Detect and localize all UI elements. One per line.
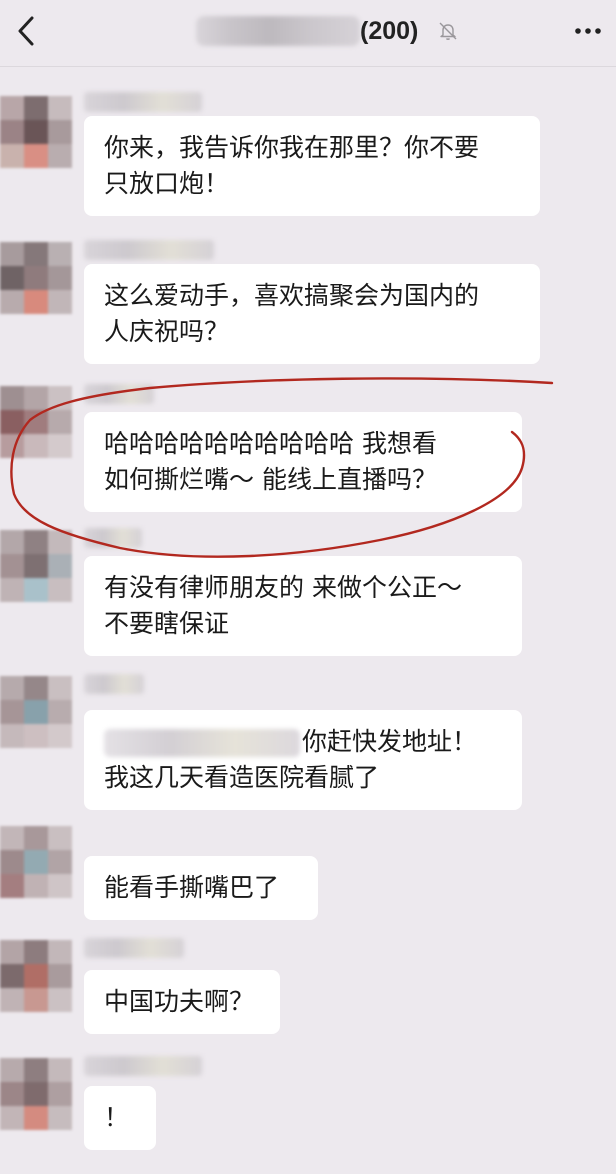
chat-header: (200) (0, 0, 616, 67)
avatar[interactable] (0, 826, 72, 898)
mention-redacted (104, 729, 300, 757)
sender-name-redacted (84, 384, 154, 404)
sender-name-redacted (84, 938, 184, 958)
sender-name-redacted (84, 528, 142, 548)
message-text: 能看手撕嘴巴了 (104, 873, 280, 902)
message-bubble[interactable]: 中国功夫啊？ (84, 970, 280, 1034)
more-icon[interactable] (570, 18, 606, 44)
message-text: 我这几天看造医院看腻了 (104, 763, 380, 792)
group-name-redacted (196, 16, 360, 46)
avatar[interactable] (0, 242, 72, 314)
message-text: 有没有律师朋友的 来做个公正～ (104, 573, 462, 602)
message-text: 中国功夫啊？ (104, 987, 255, 1016)
sender-name-redacted (84, 240, 214, 260)
message-bubble[interactable]: ！ (84, 1086, 156, 1150)
member-count: (200) (360, 17, 419, 45)
message-text: 你来，我告诉你我在那里？你不要 (104, 133, 480, 162)
avatar[interactable] (0, 676, 72, 748)
avatar[interactable] (0, 96, 72, 168)
message-text: 不要瞎保证 (104, 609, 230, 638)
message-text: ！ (104, 1103, 130, 1132)
message-bubble[interactable]: 你来，我告诉你我在那里？你不要 只放口炮！ (84, 116, 540, 216)
avatar[interactable] (0, 530, 72, 602)
message-text: 人庆祝吗？ (104, 317, 230, 346)
message-bubble[interactable]: 能看手撕嘴巴了 (84, 856, 318, 920)
message-bubble[interactable]: 这么爱动手，喜欢搞聚会为国内的 人庆祝吗？ (84, 264, 540, 364)
sender-name-redacted (84, 1056, 202, 1076)
message-bubble[interactable]: 哈哈哈哈哈哈哈哈哈哈 我想看 如何撕烂嘴～ 能线上直播吗？ (84, 412, 522, 512)
avatar[interactable] (0, 386, 72, 458)
message-text: 哈哈哈哈哈哈哈哈哈哈 我想看 (104, 429, 437, 458)
message-text: 只放口炮！ (104, 169, 230, 198)
avatar[interactable] (0, 940, 72, 1012)
message-text: 如何撕烂嘴～ 能线上直播吗？ (104, 465, 437, 494)
message-bubble[interactable]: 有没有律师朋友的 来做个公正～ 不要瞎保证 (84, 556, 522, 656)
sender-name-redacted (84, 92, 202, 112)
message-bubble[interactable]: 你赶快发地址！ 我这几天看造医院看腻了 (84, 710, 522, 810)
message-text: 这么爱动手，喜欢搞聚会为国内的 (104, 281, 480, 310)
avatar[interactable] (0, 1058, 72, 1130)
muted-bell-icon (439, 22, 457, 40)
back-arrow-icon[interactable] (14, 14, 38, 48)
message-text: 你赶快发地址！ (302, 727, 478, 756)
sender-name-redacted (84, 674, 144, 694)
